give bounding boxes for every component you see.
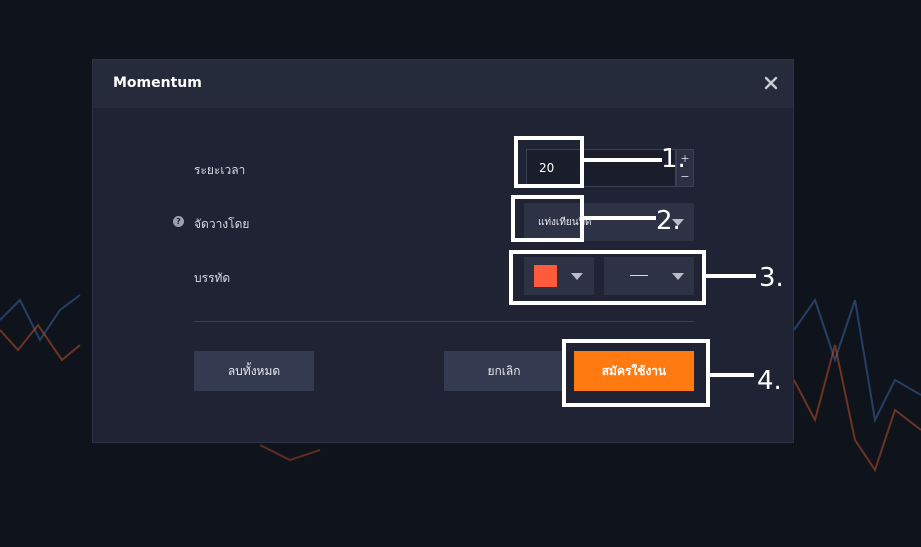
- clear-all-button[interactable]: ลบทั้งหมด: [194, 351, 314, 391]
- help-icon[interactable]: ?: [173, 216, 184, 227]
- dialog-header: Momentum: [93, 60, 793, 108]
- dialog-title: Momentum: [113, 75, 202, 91]
- source-label: จัดวางโดย: [194, 217, 250, 231]
- annotation-number-4: 4.: [757, 366, 782, 396]
- annotation-number-2: 2.: [656, 206, 681, 236]
- annotation-line-4: [710, 373, 754, 377]
- annotation-line-2: [584, 216, 656, 220]
- annotation-number-3: 3.: [759, 263, 784, 293]
- annotation-box-3: [509, 250, 706, 305]
- divider: [194, 321, 694, 322]
- annotation-box-2: [511, 195, 584, 242]
- close-icon[interactable]: [763, 75, 779, 91]
- annotation-box-1: [514, 136, 584, 188]
- line-label: บรรทัด: [194, 271, 231, 285]
- period-label: ระยะเวลา: [194, 163, 246, 177]
- annotation-number-1: 1.: [661, 144, 686, 174]
- annotation-line-1: [584, 158, 662, 162]
- annotation-line-3: [706, 274, 756, 278]
- annotation-box-4: [562, 339, 710, 407]
- cancel-button[interactable]: ยกเลิก: [444, 351, 564, 391]
